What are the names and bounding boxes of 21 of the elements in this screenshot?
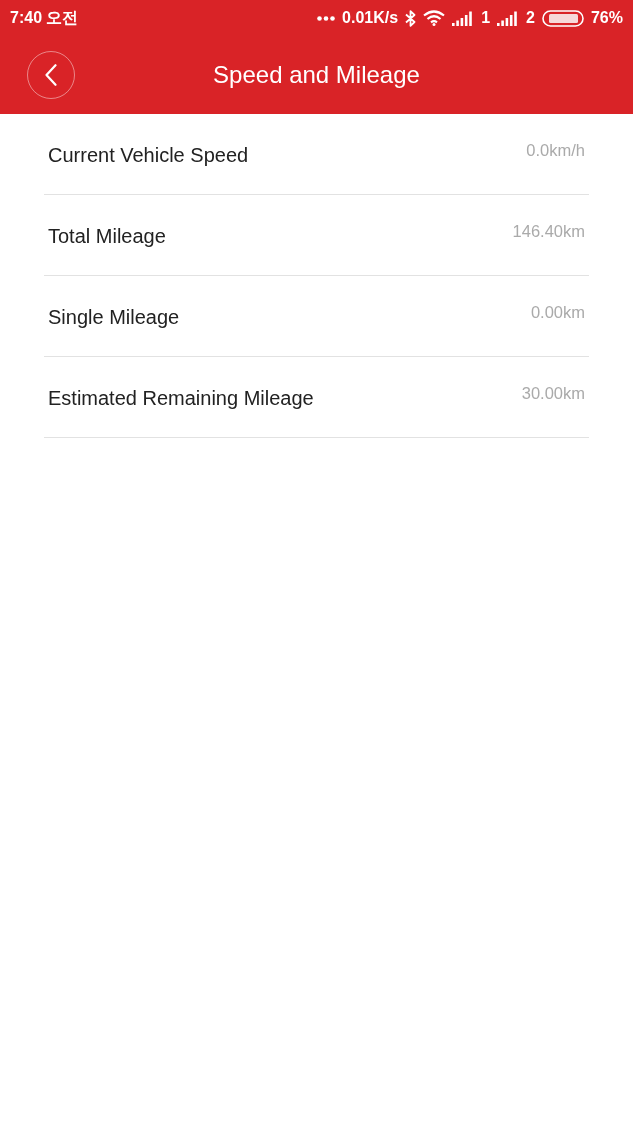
row-value: 30.00km	[521, 384, 585, 404]
row-value: 146.40km	[512, 222, 585, 242]
sim-label: 2	[526, 10, 535, 26]
status-time: 7:40 오전	[10, 10, 79, 26]
battery-percent: 76%	[590, 10, 623, 26]
row-label: Estimated Remaining Mileage	[48, 386, 314, 410]
bluetooth-icon	[405, 9, 417, 27]
signal-icon	[497, 10, 520, 26]
wifi-icon	[423, 10, 446, 26]
signal-icon	[452, 10, 475, 26]
battery-icon	[541, 9, 584, 27]
row-value: 0.0km/h	[526, 141, 585, 161]
row-label: Single Mileage	[48, 305, 180, 329]
more-dots-icon	[317, 15, 336, 21]
row-label: Total Mileage	[48, 224, 166, 248]
sim-label: 1	[481, 10, 491, 26]
row-value: 0.00km	[530, 303, 585, 323]
page-title: Speed and Mileage	[213, 60, 420, 90]
row-label: Current Vehicle Speed	[48, 143, 249, 167]
network-speed: 0.01K/s	[342, 10, 399, 26]
chevron-left-icon	[45, 64, 57, 86]
